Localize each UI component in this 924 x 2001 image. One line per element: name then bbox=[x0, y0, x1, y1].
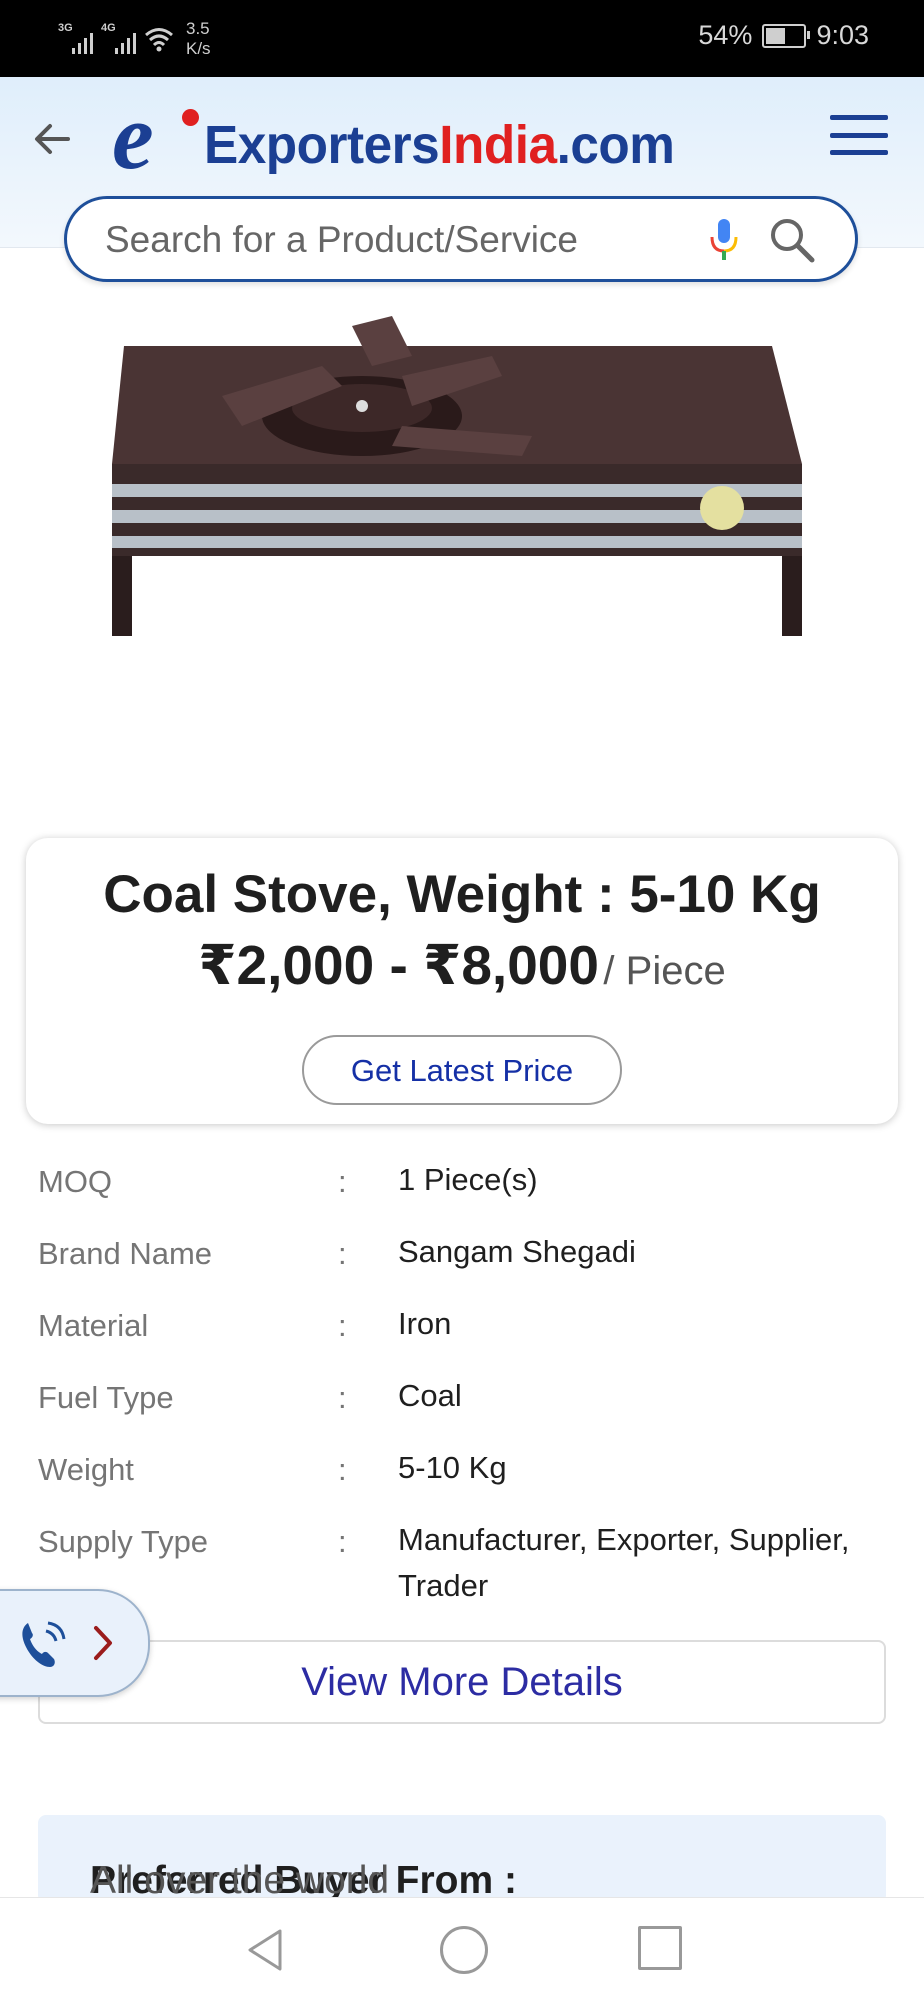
spec-value: Iron bbox=[398, 1306, 452, 1341]
spec-label: MOQ bbox=[38, 1164, 113, 1199]
wifi-icon bbox=[145, 28, 173, 52]
logo-word-exporters: Exporters bbox=[204, 115, 440, 175]
search-input[interactable] bbox=[103, 217, 667, 263]
clock: 9:03 bbox=[816, 20, 869, 50]
product-title: Coal Stove, Weight : 5-10 Kg bbox=[103, 865, 821, 924]
spec-separator: : bbox=[338, 1308, 347, 1343]
spec-row-brand-name: Brand Name : Sangam Shegadi bbox=[38, 1229, 898, 1301]
spec-separator: : bbox=[338, 1524, 347, 1559]
product-image[interactable] bbox=[112, 296, 814, 660]
network-speed-unit: K/s bbox=[186, 39, 211, 58]
spec-table: MOQ : 1 Piece(s) Brand Name : Sangam She… bbox=[38, 1157, 898, 1617]
logo-word-india: India bbox=[439, 115, 557, 175]
signal-icon: 3G bbox=[58, 22, 93, 54]
nav-recents-icon[interactable] bbox=[638, 1926, 682, 1970]
search-icon[interactable] bbox=[767, 215, 817, 265]
logo-dot bbox=[182, 109, 199, 126]
spec-label: Fuel Type bbox=[38, 1380, 174, 1415]
search-bar[interactable] bbox=[64, 196, 858, 282]
spec-row-supply-type: Supply Type : Manufacturer, Exporter, Su… bbox=[38, 1517, 898, 1617]
spec-value: 1 Piece(s) bbox=[398, 1162, 538, 1197]
status-right: 54% 9:03 bbox=[698, 20, 869, 51]
get-latest-price-button[interactable]: Get Latest Price bbox=[302, 1035, 622, 1105]
site-logo[interactable]: e ExportersIndia.com bbox=[112, 89, 675, 185]
price-line: ₹2,000 - ₹8,000 / Piece bbox=[26, 930, 898, 1015]
hamburger-menu-icon[interactable] bbox=[830, 115, 888, 155]
call-supplier-tab[interactable] bbox=[0, 1589, 150, 1697]
spec-value: Sangam Shegadi bbox=[398, 1234, 636, 1269]
logo-mark: e bbox=[112, 85, 154, 189]
spec-row-fuel-type: Fuel Type : Coal bbox=[38, 1373, 898, 1445]
back-arrow-icon[interactable] bbox=[28, 115, 76, 163]
spec-value: 5-10 Kg bbox=[398, 1450, 507, 1485]
logo-word-com: .com bbox=[556, 115, 675, 175]
product-summary-card: Coal Stove, Weight : 5-10 Kg ₹2,000 - ₹8… bbox=[26, 838, 898, 1124]
nav-home-icon[interactable] bbox=[440, 1926, 488, 1974]
battery-icon bbox=[762, 23, 811, 48]
preferred-buyer-box: Preferred Buyer From : All over the worl… bbox=[38, 1815, 886, 1903]
phone-call-icon bbox=[22, 1621, 66, 1667]
price-unit: / Piece bbox=[603, 949, 726, 993]
mic-icon[interactable] bbox=[707, 217, 741, 263]
network-type-label-2: 4G bbox=[101, 22, 116, 34]
spec-label: Supply Type bbox=[38, 1524, 209, 1559]
view-more-details-button[interactable]: View More Details bbox=[38, 1640, 886, 1724]
logo-wordmark: ExportersIndia.com bbox=[204, 115, 675, 175]
spec-row-weight: Weight : 5-10 Kg bbox=[38, 1445, 898, 1517]
battery-percent: 54% bbox=[698, 20, 753, 50]
product-price: ₹2,000 - ₹8,000 bbox=[198, 934, 599, 996]
network-type-label: 3G bbox=[58, 22, 73, 34]
signal-icon-2: 4G bbox=[101, 22, 136, 54]
spec-label: Material bbox=[38, 1308, 149, 1343]
spec-label: Brand Name bbox=[38, 1236, 213, 1271]
spec-row-moq: MOQ : 1 Piece(s) bbox=[38, 1157, 898, 1229]
system-nav-bar bbox=[0, 1897, 924, 2001]
spec-row-material: Material : Iron bbox=[38, 1301, 898, 1373]
spec-separator: : bbox=[338, 1164, 347, 1199]
spec-separator: : bbox=[338, 1380, 347, 1415]
spec-label: Weight bbox=[38, 1452, 134, 1487]
spec-value: Coal bbox=[398, 1378, 462, 1413]
status-bar: 3G 4G 3.5 K/s 54% 9:03 bbox=[0, 0, 924, 77]
nav-back-icon[interactable] bbox=[244, 1926, 288, 1974]
status-left: 3G 4G 3.5 K/s bbox=[58, 16, 211, 62]
chevron-right-icon bbox=[94, 1626, 112, 1660]
network-speed: 3.5 K/s bbox=[186, 19, 211, 59]
spec-separator: : bbox=[338, 1236, 347, 1271]
spec-separator: : bbox=[338, 1452, 347, 1487]
network-speed-value: 3.5 bbox=[186, 19, 210, 38]
spec-value: Manufacturer, Exporter, Supplier, Trader bbox=[398, 1522, 850, 1603]
